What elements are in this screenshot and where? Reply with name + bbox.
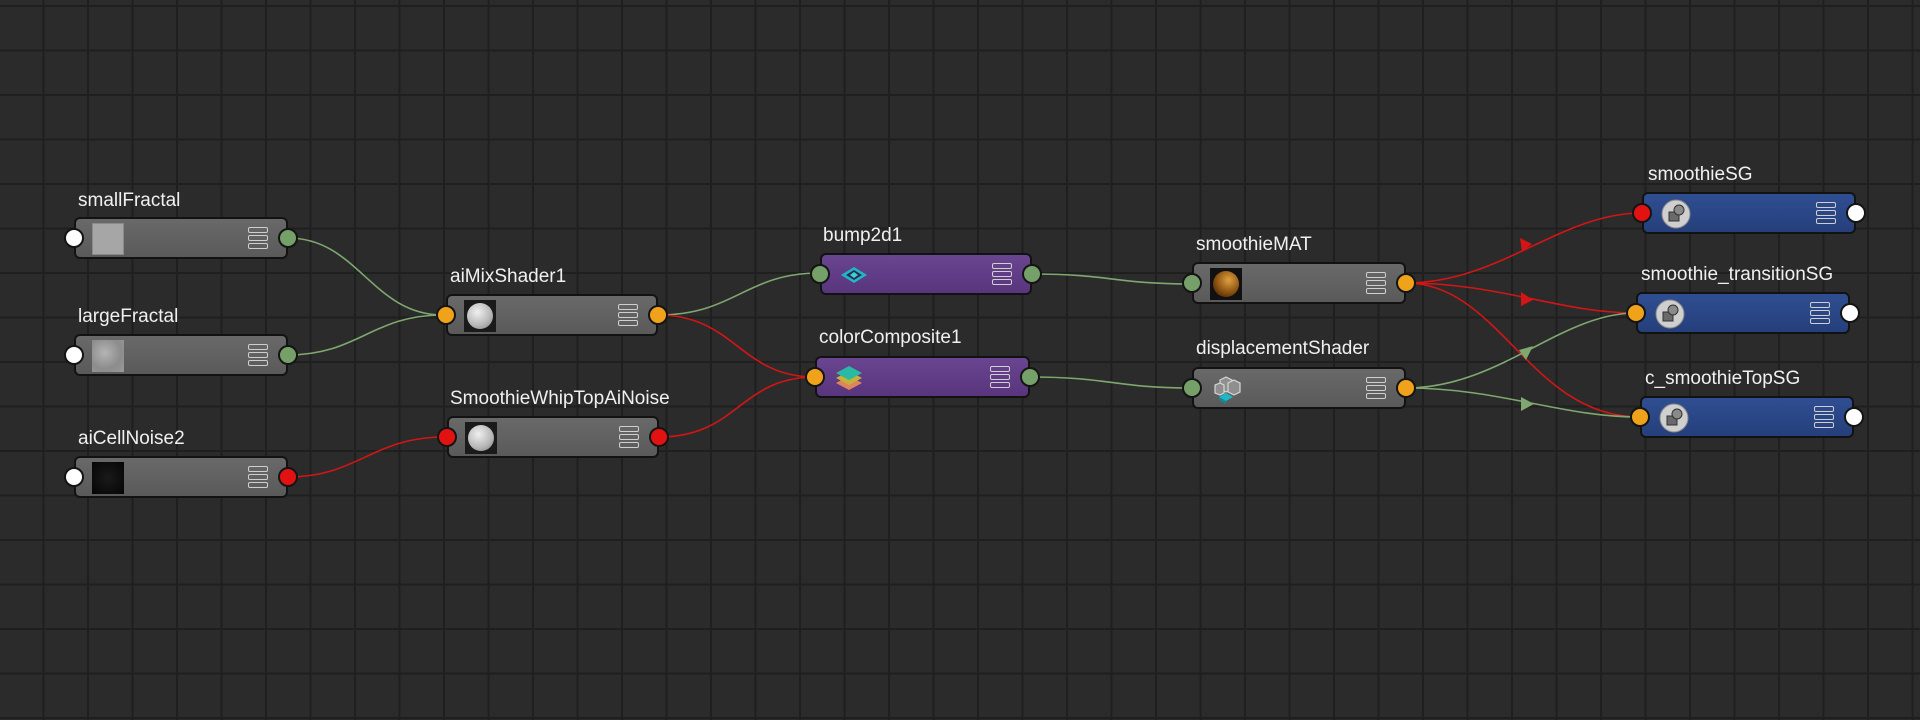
shading-group-icon [1658,402,1690,434]
output-port[interactable] [1396,273,1416,293]
node-menu-icon[interactable] [1814,406,1834,428]
sphere-thumbnail [464,300,496,332]
wire-direction-arrows [1519,238,1534,411]
material-sphere-thumbnail [1210,268,1242,300]
output-port[interactable] [1396,378,1416,398]
output-port[interactable] [649,427,669,447]
node-smoothiemat[interactable] [1182,262,1416,304]
output-port[interactable] [1020,367,1040,387]
node-menu-icon[interactable] [1816,202,1836,224]
node-title-aicellnoise2: aiCellNoise2 [78,428,185,449]
input-port[interactable] [1182,273,1202,293]
node-title-smoothiesg: smoothieSG [1648,164,1753,185]
node-bump2d1[interactable] [810,253,1042,295]
node-aicellnoise2[interactable] [64,456,298,498]
node-title-colorcomposite1: colorComposite1 [819,327,962,348]
node-smoothie-transitionsg[interactable] [1626,292,1860,334]
input-port[interactable] [1630,407,1650,427]
node-title-largefractal: largeFractal [78,306,179,327]
node-menu-icon[interactable] [1366,377,1386,399]
output-port[interactable] [648,305,668,325]
input-port[interactable] [1182,378,1202,398]
output-port[interactable] [278,228,298,248]
node-largefractal[interactable] [64,334,298,376]
node-menu-icon[interactable] [618,304,638,326]
output-port[interactable] [1840,303,1860,323]
input-port[interactable] [805,367,825,387]
input-port[interactable] [64,228,84,248]
sphere-thumbnail [465,422,497,454]
node-menu-icon[interactable] [1366,272,1386,294]
node-menu-icon[interactable] [248,227,268,249]
node-colorcomposite1[interactable] [805,356,1040,398]
node-title-smoothiemat: smoothieMAT [1196,234,1312,255]
wire-colorcomposite1-to-displacementshader[interactable] [1029,376,1193,389]
output-port[interactable] [1844,407,1864,427]
node-c-smoothietopsg[interactable] [1630,396,1864,438]
node-title-smoothie-transitionsg: smoothie_transitionSG [1641,264,1834,285]
node-menu-icon[interactable] [248,466,268,488]
node-displacementshader[interactable] [1182,367,1416,409]
arrow-red [1521,292,1533,306]
node-title-displacementshader: displacementShader [1196,338,1370,359]
input-port[interactable] [64,345,84,365]
wire-smoothiewhip-to-colorcomposite1[interactable] [658,376,816,438]
node-menu-icon[interactable] [248,344,268,366]
node-title-smallfractal: smallFractal [78,190,181,211]
output-port[interactable] [1846,203,1866,223]
wire-bump2d1-to-smoothiemat[interactable] [1031,273,1193,285]
shading-group-icon [1660,198,1692,230]
layers-icon [833,362,865,394]
input-port[interactable] [437,427,457,447]
shading-group-icon [1654,298,1686,330]
wire-smallfractal-to-aimixshader1[interactable] [287,237,444,316]
arrow-green [1521,397,1534,411]
node-menu-icon[interactable] [1810,302,1830,324]
node-title-smoothiewhiptopainoise: SmoothieWhipTopAiNoise [450,388,670,409]
output-port[interactable] [278,467,298,487]
wire-aimixshader1-to-bump2d1[interactable] [657,272,821,316]
input-port[interactable] [64,467,84,487]
fractal-thumbnail [92,340,124,372]
input-port[interactable] [436,305,456,325]
wire-aicellnoise2-to-smoothiewhip[interactable] [287,436,446,478]
input-port[interactable] [810,264,830,284]
node-menu-icon[interactable] [990,366,1010,388]
node-menu-icon[interactable] [619,426,639,448]
fractal-thumbnail [92,223,124,255]
bump-icon [838,259,870,291]
node-title-c-smoothietopsg: c_smoothieTopSG [1645,368,1801,389]
input-port[interactable] [1626,303,1646,323]
output-port[interactable] [1022,264,1042,284]
node-smoothiesg[interactable] [1632,192,1866,234]
cellnoise-thumbnail [92,462,124,494]
node-aimixshader1[interactable] [436,294,668,336]
node-menu-icon[interactable] [992,263,1012,285]
displacement-icon [1210,373,1242,405]
wire-largefractal-to-aimixshader1[interactable] [287,314,444,356]
node-title-bump2d1: bump2d1 [823,225,903,246]
wire-aimixshader1-to-colorcomposite1[interactable] [657,314,816,378]
node-smoothiewhiptopainoise[interactable] [437,416,669,458]
input-port[interactable] [1632,203,1652,223]
node-title-aimixshader1: aiMixShader1 [450,266,567,287]
node-smallfractal[interactable] [64,217,298,259]
output-port[interactable] [278,345,298,365]
